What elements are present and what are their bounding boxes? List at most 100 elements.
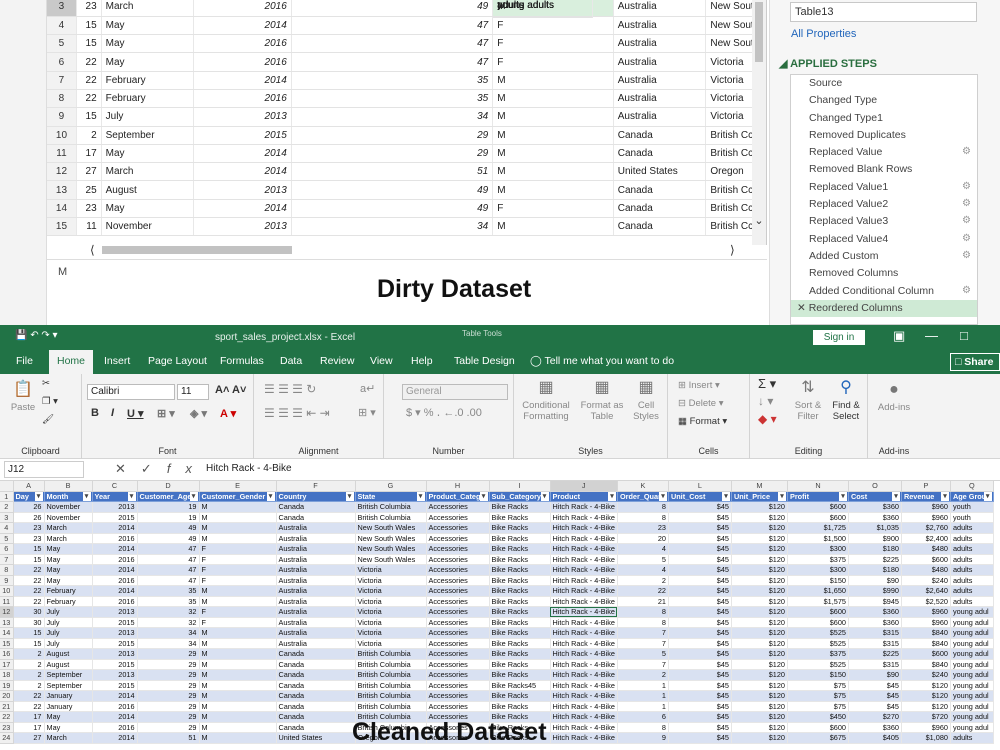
underline-button[interactable]: U ▾ — [127, 407, 144, 420]
cell-profit[interactable]: $150 — [787, 669, 849, 681]
cell-revenue[interactable]: $720 — [901, 711, 951, 723]
cell-age-group[interactable]: youth — [950, 501, 994, 513]
format-painter-icon[interactable]: 🖌 — [42, 414, 54, 425]
cell-customer-age[interactable]: 34 — [137, 638, 200, 649]
cell-sub-category[interactable]: Bike Racks — [489, 627, 551, 639]
cell-year[interactable]: 2014 — [92, 585, 138, 597]
cell-customer-age[interactable]: 29 — [137, 722, 200, 733]
cell-day[interactable]: 22 — [13, 701, 45, 712]
tab-data[interactable]: Data — [280, 355, 302, 367]
row-header[interactable]: 6 — [0, 543, 14, 555]
row-number[interactable]: 14 — [47, 199, 77, 219]
row-header[interactable]: 11 — [0, 596, 14, 607]
filter-dropdown-icon[interactable]: ▾ — [345, 491, 354, 501]
header-cell[interactable]: Month ▾ — [44, 491, 93, 502]
cell-month[interactable]: February — [101, 71, 194, 90]
cell-day[interactable]: 27 — [76, 162, 102, 182]
cell-product[interactable]: Hitch Rack - 4-Bike — [550, 585, 618, 597]
conditional-formatting-button[interactable]: ▦ Conditional Formatting — [522, 378, 570, 422]
paste-button[interactable]: 📋 Paste — [8, 380, 38, 413]
cell-gender[interactable]: M — [493, 162, 614, 182]
column-header[interactable]: C — [92, 481, 138, 492]
cell-year[interactable]: 2015 — [92, 680, 138, 691]
cell-customer-gender[interactable]: F — [199, 617, 277, 628]
cell-day[interactable]: 17 — [76, 144, 102, 164]
cell-age-group[interactable]: young adul — [950, 690, 994, 702]
cell-product-catego[interactable]: Accessories — [426, 512, 490, 523]
cell-revenue[interactable]: $960 — [901, 501, 951, 513]
cell-month[interactable]: February — [101, 89, 194, 109]
cell-cost[interactable]: $315 — [848, 659, 902, 670]
applied-step[interactable]: Replaced Value2 ⚙ — [791, 196, 977, 213]
cell-unit-price[interactable]: $120 — [731, 638, 788, 649]
cell-customer-age[interactable]: 35 — [137, 585, 200, 597]
table-row[interactable]: 21 22 January 2016 29 M Canada British Columbia… — [0, 701, 994, 712]
cell-customer-gender[interactable]: M — [199, 596, 277, 607]
cell-unit-cost[interactable]: $45 — [668, 617, 732, 628]
cell-unit-cost[interactable]: $45 — [668, 512, 732, 523]
cell-day[interactable]: 22 — [76, 71, 102, 90]
cell-age-group[interactable]: young adul — [950, 659, 994, 670]
row-number[interactable]: 3 — [47, 0, 77, 17]
table-row[interactable]: 10 2 September 2015 29 young adults M Canada Bri… — [47, 0, 766, 145]
cell-age[interactable]: 49 — [291, 180, 494, 200]
cell-unit-price[interactable]: $120 — [731, 596, 788, 607]
cell-revenue[interactable]: $840 — [901, 638, 951, 649]
cell-unit-price[interactable]: $120 — [731, 722, 788, 733]
cell-country[interactable]: United States — [613, 162, 707, 182]
cell-profit[interactable]: $1,500 — [787, 533, 849, 544]
cell-product[interactable]: Hitch Rack - 4-Bike — [550, 659, 618, 670]
cell-day[interactable]: 17 — [13, 711, 45, 723]
gear-icon[interactable]: ⚙ — [962, 233, 971, 244]
cell-state[interactable]: British Columbia — [355, 659, 427, 670]
cell-day[interactable]: 22 — [76, 89, 102, 109]
cell-age-group[interactable]: adults — [950, 575, 994, 586]
table-row[interactable]: 15 11 November 2013 34 young adults M Canada Bri… — [47, 0, 766, 237]
cell-year[interactable]: 2013 — [92, 648, 138, 660]
cell-customer-age[interactable]: 47 — [137, 543, 200, 555]
cell-revenue[interactable]: $600 — [901, 554, 951, 565]
cell-sub-category[interactable]: Bike Racks — [489, 596, 551, 607]
cell-year[interactable]: 2016 — [92, 554, 138, 565]
row-number[interactable]: 13 — [47, 180, 77, 200]
cell-order-quan[interactable]: 9 — [617, 732, 669, 744]
cell-month[interactable]: March — [101, 0, 194, 17]
row-header[interactable]: 22 — [0, 711, 14, 723]
cell-country[interactable]: Canada — [276, 512, 356, 523]
cell-unit-price[interactable]: $120 — [731, 659, 788, 670]
cell-product[interactable]: Hitch Rack - 4-Bike — [550, 722, 618, 733]
maximize-icon[interactable]: □ — [960, 328, 968, 343]
cell-state[interactable]: British Columbia — [355, 680, 427, 691]
cell-age[interactable]: 34 — [291, 217, 494, 237]
cell-year[interactable]: 2015 — [92, 638, 138, 649]
cell-cost[interactable]: $360 — [848, 606, 902, 618]
row-header[interactable]: 4 — [0, 522, 14, 534]
cell-year[interactable]: 2014 — [92, 711, 138, 723]
cell-order-quan[interactable]: 2 — [617, 575, 669, 586]
cell-month[interactable]: May — [101, 16, 194, 36]
cell-month[interactable]: January — [44, 690, 93, 702]
cell-country[interactable]: Australia — [276, 585, 356, 597]
cell-unit-cost[interactable]: $45 — [668, 732, 732, 744]
ribbon-options-icon[interactable]: ▣ — [893, 328, 905, 344]
cell-customer-gender[interactable]: M — [199, 680, 277, 691]
row-number[interactable]: 10 — [47, 126, 77, 145]
cell-age[interactable]: 49 — [291, 0, 494, 17]
cell-gender[interactable]: M — [493, 217, 614, 237]
cell-month[interactable]: July — [44, 627, 93, 639]
cell-country[interactable]: Australia — [276, 627, 356, 639]
table-row[interactable]: 9 22 May 2016 47 F Australia Victoria Accessorie… — [0, 575, 994, 586]
cell-sub-category[interactable]: Bike Racks — [489, 617, 551, 628]
cell-unit-price[interactable]: $120 — [731, 680, 788, 691]
applied-step[interactable]: Replaced Value1 ⚙ — [791, 179, 977, 196]
header-cell[interactable]: Age Group ▾ — [950, 491, 994, 502]
cell-country[interactable]: Canada — [613, 180, 707, 200]
cell-product-catego[interactable]: Accessories — [426, 606, 490, 618]
cell-order-quan[interactable]: 7 — [617, 627, 669, 639]
cell-cost[interactable]: $405 — [848, 732, 902, 744]
cell-age-group[interactable]: adults — [950, 533, 994, 544]
row-number[interactable]: 4 — [47, 16, 77, 36]
cell-product-catego[interactable]: Accessories — [426, 543, 490, 555]
cell-product[interactable]: Hitch Rack - 4-Bike — [550, 564, 618, 576]
cell-customer-age[interactable]: 34 — [137, 627, 200, 639]
